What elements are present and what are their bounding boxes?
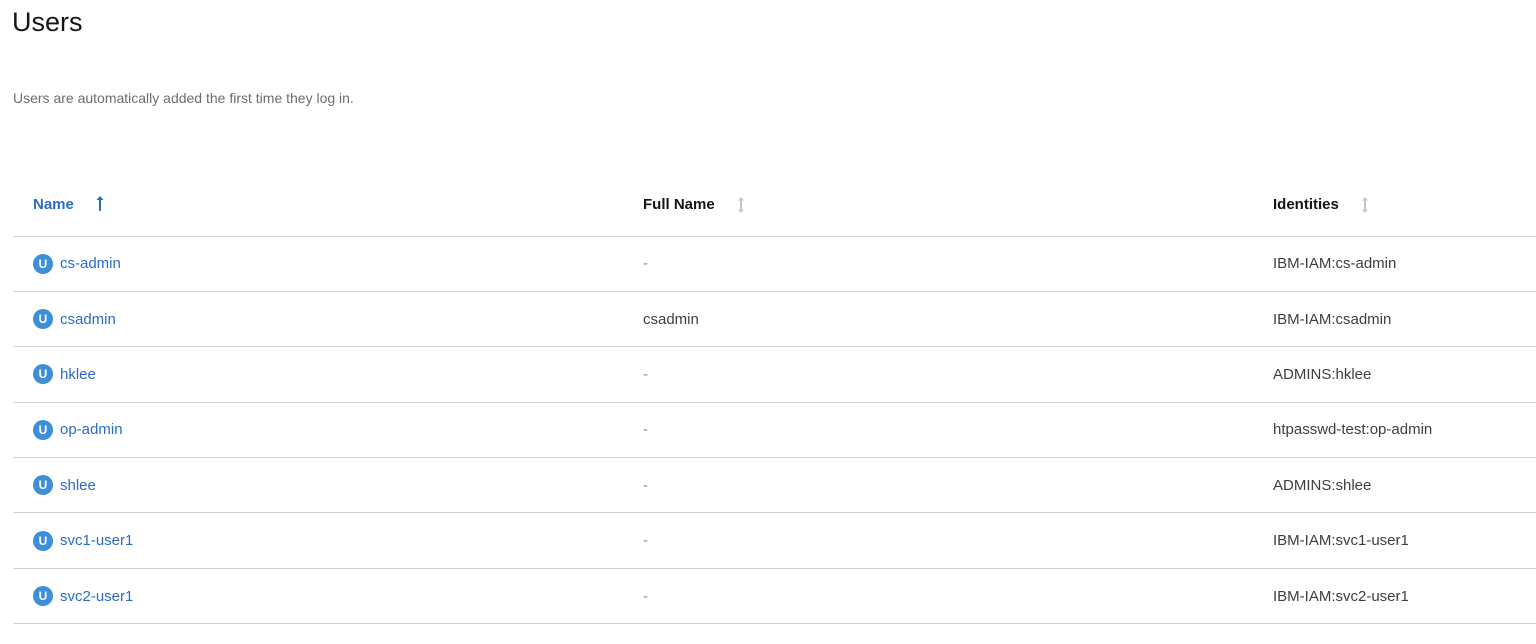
full-name-value: - xyxy=(643,476,648,494)
column-header-identities[interactable]: Identities xyxy=(1273,174,1536,237)
name-cell: U svc2-user1 xyxy=(13,568,643,625)
user-link[interactable]: svc1-user1 xyxy=(60,532,133,549)
full-name-cell: - xyxy=(643,236,1273,292)
identities-cell: IBM-IAM:csadmin xyxy=(1273,291,1536,348)
name-cell: U cs-admin xyxy=(13,236,643,292)
user-link[interactable]: hklee xyxy=(60,366,96,383)
user-badge-icon: U xyxy=(33,475,53,496)
user-badge-icon: U xyxy=(33,530,53,551)
full-name-value: - xyxy=(643,421,648,439)
table-row: U svc2-user1 - IBM-IAM:svc2-user1 xyxy=(13,568,1536,625)
identities-cell: IBM-IAM:svc2-user1 xyxy=(1273,568,1536,625)
sort-by-identities-button[interactable]: Identities xyxy=(1273,196,1369,213)
users-table: Name Full Name Identities U cs-admin - I… xyxy=(13,174,1536,625)
name-cell: U hklee xyxy=(13,346,643,403)
table-row: U op-admin - htpasswd-test:op-admin xyxy=(13,402,1536,459)
name-cell: U op-admin xyxy=(13,402,643,459)
identity-value: ADMINS:shlee xyxy=(1273,476,1372,494)
full-name-cell: - xyxy=(643,346,1273,403)
full-name-value: - xyxy=(643,255,648,273)
identity-value: IBM-IAM:svc2-user1 xyxy=(1273,587,1409,605)
sort-by-full-name-button[interactable]: Full Name xyxy=(643,196,745,213)
column-header-identities-label: Identities xyxy=(1273,196,1339,214)
table-row: U cs-admin - IBM-IAM:cs-admin xyxy=(13,236,1536,292)
column-header-full-name-label: Full Name xyxy=(643,196,715,214)
table-header-row: Name Full Name Identities xyxy=(13,174,1536,237)
user-badge-icon: U xyxy=(33,309,53,330)
user-link[interactable]: shlee xyxy=(60,477,96,494)
full-name-cell: - xyxy=(643,402,1273,459)
full-name-cell: - xyxy=(643,568,1273,625)
arrow-up-icon xyxy=(96,195,104,214)
name-cell: U csadmin xyxy=(13,291,643,348)
user-link[interactable]: svc2-user1 xyxy=(60,588,133,605)
column-header-name[interactable]: Name xyxy=(13,174,643,237)
identities-cell: ADMINS:hklee xyxy=(1273,346,1536,403)
full-name-value: - xyxy=(643,532,648,550)
table-row: U hklee - ADMINS:hklee xyxy=(13,346,1536,403)
table-row: U svc1-user1 - IBM-IAM:svc1-user1 xyxy=(13,512,1536,569)
identities-cell: ADMINS:shlee xyxy=(1273,457,1536,514)
identities-cell: IBM-IAM:cs-admin xyxy=(1273,236,1536,292)
full-name-cell: csadmin xyxy=(643,291,1273,348)
full-name-value: - xyxy=(643,587,648,605)
full-name-value: csadmin xyxy=(643,310,699,328)
identities-cell: IBM-IAM:svc1-user1 xyxy=(1273,512,1536,569)
table-row: U shlee - ADMINS:shlee xyxy=(13,457,1536,514)
full-name-value: - xyxy=(643,365,648,383)
table-row: U csadmin csadmin IBM-IAM:csadmin xyxy=(13,291,1536,348)
full-name-cell: - xyxy=(643,512,1273,569)
page-title: Users xyxy=(12,7,83,37)
name-cell: U shlee xyxy=(13,457,643,514)
user-badge-icon: U xyxy=(33,586,53,607)
identity-value: IBM-IAM:csadmin xyxy=(1273,310,1392,328)
sort-icon xyxy=(1361,196,1369,213)
help-text: Users are automatically added the first … xyxy=(13,90,354,106)
name-cell: U svc1-user1 xyxy=(13,512,643,569)
sort-by-name-button[interactable]: Name xyxy=(33,195,104,214)
identity-value: htpasswd-test:op-admin xyxy=(1273,421,1433,439)
user-badge-icon: U xyxy=(33,253,53,274)
user-badge-icon: U xyxy=(33,419,53,440)
column-header-full-name[interactable]: Full Name xyxy=(643,174,1273,237)
user-badge-icon: U xyxy=(33,364,53,385)
user-link[interactable]: cs-admin xyxy=(60,255,121,272)
user-link[interactable]: csadmin xyxy=(60,311,116,328)
full-name-cell: - xyxy=(643,457,1273,514)
identity-value: IBM-IAM:cs-admin xyxy=(1273,255,1397,273)
identity-value: ADMINS:hklee xyxy=(1273,365,1372,383)
user-link[interactable]: op-admin xyxy=(60,421,123,438)
identity-value: IBM-IAM:svc1-user1 xyxy=(1273,532,1409,550)
sort-icon xyxy=(737,196,745,213)
identities-cell: htpasswd-test:op-admin xyxy=(1273,402,1536,459)
column-header-name-label: Name xyxy=(33,196,74,214)
